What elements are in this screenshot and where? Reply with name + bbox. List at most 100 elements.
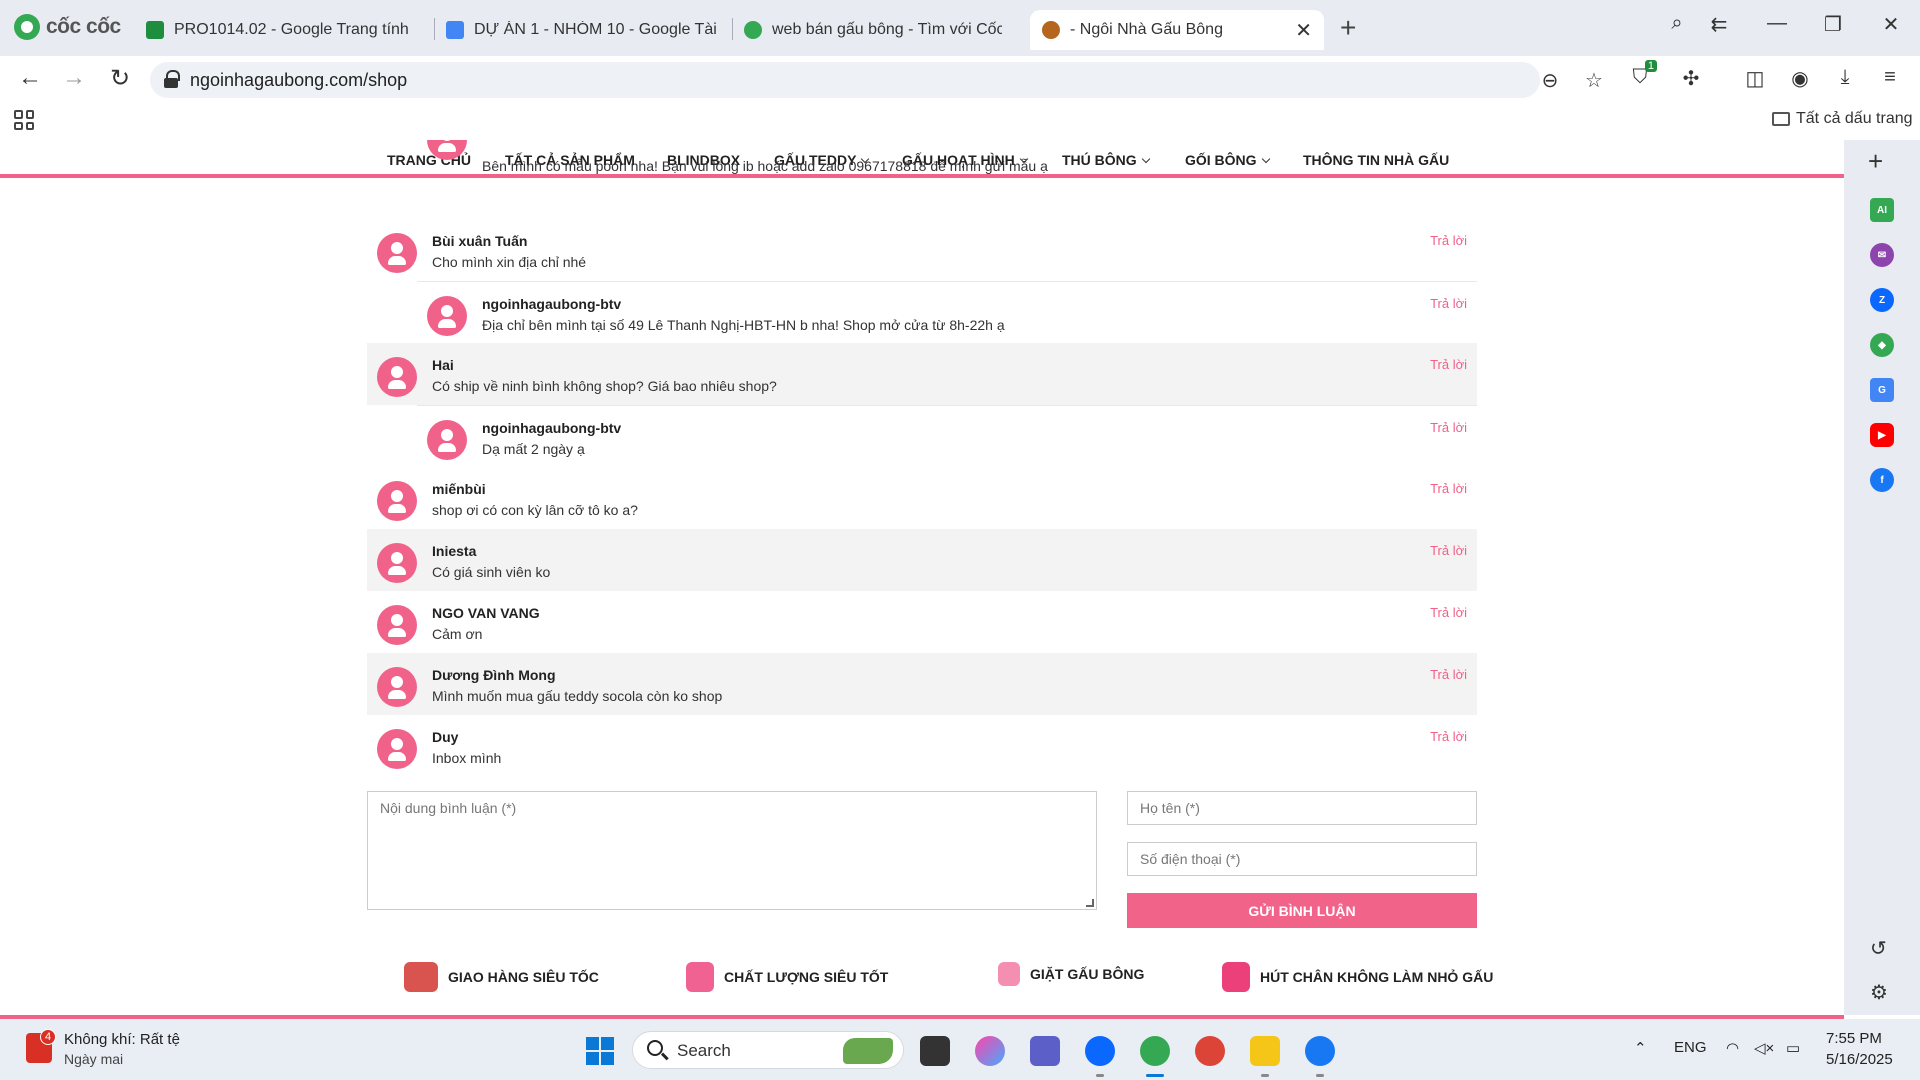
comment-item: NGO VAN VANG Cảm ơn Trả lời bbox=[367, 591, 1477, 653]
search-label: Search bbox=[677, 1041, 731, 1060]
game-controller-icon[interactable]: ◆ bbox=[1870, 333, 1894, 357]
minimize-icon[interactable]: — bbox=[1762, 12, 1792, 35]
reply-link[interactable]: Trả lời bbox=[1430, 357, 1467, 372]
browser-sidebar: + AI ✉ Z ◆ G ▶ f ↺ ⚙ bbox=[1844, 140, 1920, 1015]
reply-link[interactable]: Trả lời bbox=[1430, 420, 1467, 435]
phone-input[interactable]: Số điện thoại (*) bbox=[1127, 842, 1477, 876]
task-view-icon[interactable] bbox=[920, 1036, 950, 1066]
facebook-taskbar-icon[interactable] bbox=[1305, 1036, 1335, 1066]
extensions-puzzle-icon[interactable]: ✣ bbox=[1676, 66, 1706, 91]
add-sidebar-app-icon[interactable]: + bbox=[1868, 146, 1883, 177]
all-bookmarks-button[interactable]: Tất cả dấu trang bbox=[1772, 110, 1913, 128]
tab-search[interactable]: web bán gấu bông - Tìm với Cốc C bbox=[732, 10, 1014, 50]
comment-text: Có giá sinh viên ko bbox=[432, 564, 551, 580]
comment-item: Iniesta Có giá sinh viên ko Trả lời bbox=[367, 529, 1477, 591]
shield-extension-icon[interactable]: ⛉ 1 bbox=[1625, 60, 1657, 89]
submit-comment-button[interactable]: GỬI BÌNH LUẬN bbox=[1127, 893, 1477, 928]
zalo-icon[interactable]: Z bbox=[1870, 288, 1894, 312]
active-indicator bbox=[1146, 1074, 1164, 1077]
messenger-icon[interactable]: ✉ bbox=[1870, 243, 1894, 267]
reply-link[interactable]: Trả lời bbox=[1430, 543, 1467, 558]
youtube-icon[interactable]: ▶ bbox=[1870, 423, 1894, 447]
feature-quality: CHẤT LƯỢNG SIÊU TỐT bbox=[686, 962, 888, 992]
forward-icon[interactable]: → bbox=[58, 64, 90, 92]
comment-author: Bùi xuân Tuấn bbox=[432, 233, 528, 249]
bookmark-star-icon[interactable]: ☆ bbox=[1580, 68, 1608, 93]
zoom-out-icon[interactable]: ⊖ bbox=[1536, 68, 1564, 93]
history-icon[interactable]: ↺ bbox=[1870, 936, 1887, 961]
lock-icon[interactable] bbox=[164, 70, 180, 88]
tab-search-icon[interactable]: ⌕ bbox=[1662, 12, 1692, 35]
browser-tab-bar: cốc cốc PRO1014.02 - Google Trang tính D… bbox=[0, 0, 1920, 56]
split-view-icon[interactable]: ◫ bbox=[1740, 66, 1770, 91]
ai-assistant-icon[interactable]: AI bbox=[1870, 198, 1894, 222]
avatar bbox=[377, 729, 417, 769]
apps-grid-icon[interactable] bbox=[14, 110, 34, 130]
all-bookmarks-label: Tất cả dấu trang bbox=[1796, 110, 1913, 127]
windows-start-icon[interactable] bbox=[586, 1037, 614, 1065]
chrome-icon[interactable] bbox=[1195, 1036, 1225, 1066]
settings-gear-icon[interactable]: ⚙ bbox=[1870, 980, 1888, 1005]
coccoc-logo-icon bbox=[14, 14, 40, 40]
restore-icon[interactable]: ❐ bbox=[1818, 12, 1848, 37]
comment-content-textarea[interactable]: Nội dung bình luận (*) bbox=[367, 791, 1097, 910]
coccoc-taskbar-icon[interactable] bbox=[1140, 1036, 1170, 1066]
battery-icon[interactable]: ▭ bbox=[1786, 1039, 1800, 1057]
reload-icon[interactable]: ↻ bbox=[104, 64, 136, 93]
comment-author: Dương Đình Mong bbox=[432, 667, 556, 683]
url-text[interactable]: ngoinhagaubong.com/shop bbox=[190, 70, 407, 91]
resize-handle-icon[interactable] bbox=[1086, 899, 1094, 907]
profile-icon[interactable]: ◉ bbox=[1785, 66, 1815, 91]
close-tab-icon[interactable]: ✕ bbox=[1295, 18, 1312, 43]
back-icon[interactable]: ← bbox=[14, 64, 46, 92]
page-viewport: TRANG CHỦ TẤT CẢ SẢN PHẨM BLINDBOX GẤU T… bbox=[0, 140, 1844, 1015]
close-window-icon[interactable]: ✕ bbox=[1876, 12, 1906, 37]
tab-history-icon[interactable]: ⇇ bbox=[1704, 12, 1734, 37]
taskbar-search[interactable]: Search bbox=[632, 1031, 904, 1069]
language-indicator[interactable]: ENG bbox=[1674, 1039, 1707, 1056]
coccoc-brand[interactable]: cốc cốc bbox=[14, 12, 121, 42]
reply-link[interactable]: Trả lời bbox=[1430, 605, 1467, 620]
tab-active-shop[interactable]: - Ngôi Nhà Gấu Bông ✕ bbox=[1030, 10, 1324, 50]
zalo-taskbar-icon[interactable] bbox=[1085, 1036, 1115, 1066]
running-indicator bbox=[1096, 1074, 1104, 1077]
comment-text: Dạ mất 2 ngày ạ bbox=[482, 441, 585, 457]
name-placeholder: Họ tên (*) bbox=[1140, 800, 1200, 816]
translate-icon[interactable]: G bbox=[1870, 378, 1894, 402]
clock-time[interactable]: 7:55 PM bbox=[1826, 1030, 1882, 1047]
comment-text: Inbox mình bbox=[432, 750, 502, 766]
reply-link[interactable]: Trả lời bbox=[1430, 233, 1467, 248]
wifi-icon[interactable]: ◠ bbox=[1726, 1039, 1739, 1057]
menu-icon[interactable]: ≡ bbox=[1875, 66, 1905, 89]
name-input[interactable]: Họ tên (*) bbox=[1127, 791, 1477, 825]
file-explorer-icon[interactable] bbox=[1250, 1036, 1280, 1066]
avatar bbox=[427, 140, 467, 160]
download-icon[interactable]: ⤓ bbox=[1830, 66, 1860, 89]
volume-muted-icon[interactable]: ◁× bbox=[1754, 1039, 1774, 1057]
reply-link[interactable]: Trả lời bbox=[1430, 729, 1467, 744]
comment-text: shop ơi có con kỳ lân cỡ tô ko a? bbox=[432, 502, 638, 518]
comment-text: Cảm ơn bbox=[432, 626, 483, 642]
new-tab-icon[interactable]: + bbox=[1340, 12, 1356, 44]
reply-link[interactable]: Trả lời bbox=[1430, 296, 1467, 311]
weather-badge: 4 bbox=[40, 1029, 56, 1045]
comment-reply-partial: Bên mình có mẫu pooh nha! Bạn vui lòng i… bbox=[417, 140, 1477, 178]
running-indicator bbox=[1261, 1074, 1269, 1077]
avatar bbox=[377, 605, 417, 645]
clock-date[interactable]: 5/16/2025 bbox=[1826, 1051, 1893, 1068]
tab-sheets[interactable]: PRO1014.02 - Google Trang tính bbox=[134, 10, 434, 50]
brand-name: cốc cốc bbox=[46, 15, 121, 38]
facebook-icon[interactable]: f bbox=[1870, 468, 1894, 492]
feature-washing: GIẶT GẤU BÔNG bbox=[998, 962, 1144, 986]
tray-overflow-icon[interactable]: ⌃ bbox=[1634, 1039, 1647, 1057]
submit-label: GỬI BÌNH LUẬN bbox=[1248, 902, 1356, 919]
comment-text: Bên mình có mẫu pooh nha! Bạn vui lòng i… bbox=[482, 158, 1048, 174]
reply-link[interactable]: Trả lời bbox=[1430, 667, 1467, 682]
tab-docs[interactable]: DỰ ÁN 1 - NHÓM 10 - Google Tài bbox=[434, 10, 734, 50]
address-bar[interactable]: ngoinhagaubong.com/shop ⊖ ☆ bbox=[150, 62, 1603, 98]
copilot-icon[interactable] bbox=[975, 1036, 1005, 1066]
tab-title: PRO1014.02 - Google Trang tính bbox=[174, 21, 409, 38]
teams-icon[interactable] bbox=[1030, 1036, 1060, 1066]
folder-icon bbox=[1772, 112, 1790, 126]
reply-link[interactable]: Trả lời bbox=[1430, 481, 1467, 496]
